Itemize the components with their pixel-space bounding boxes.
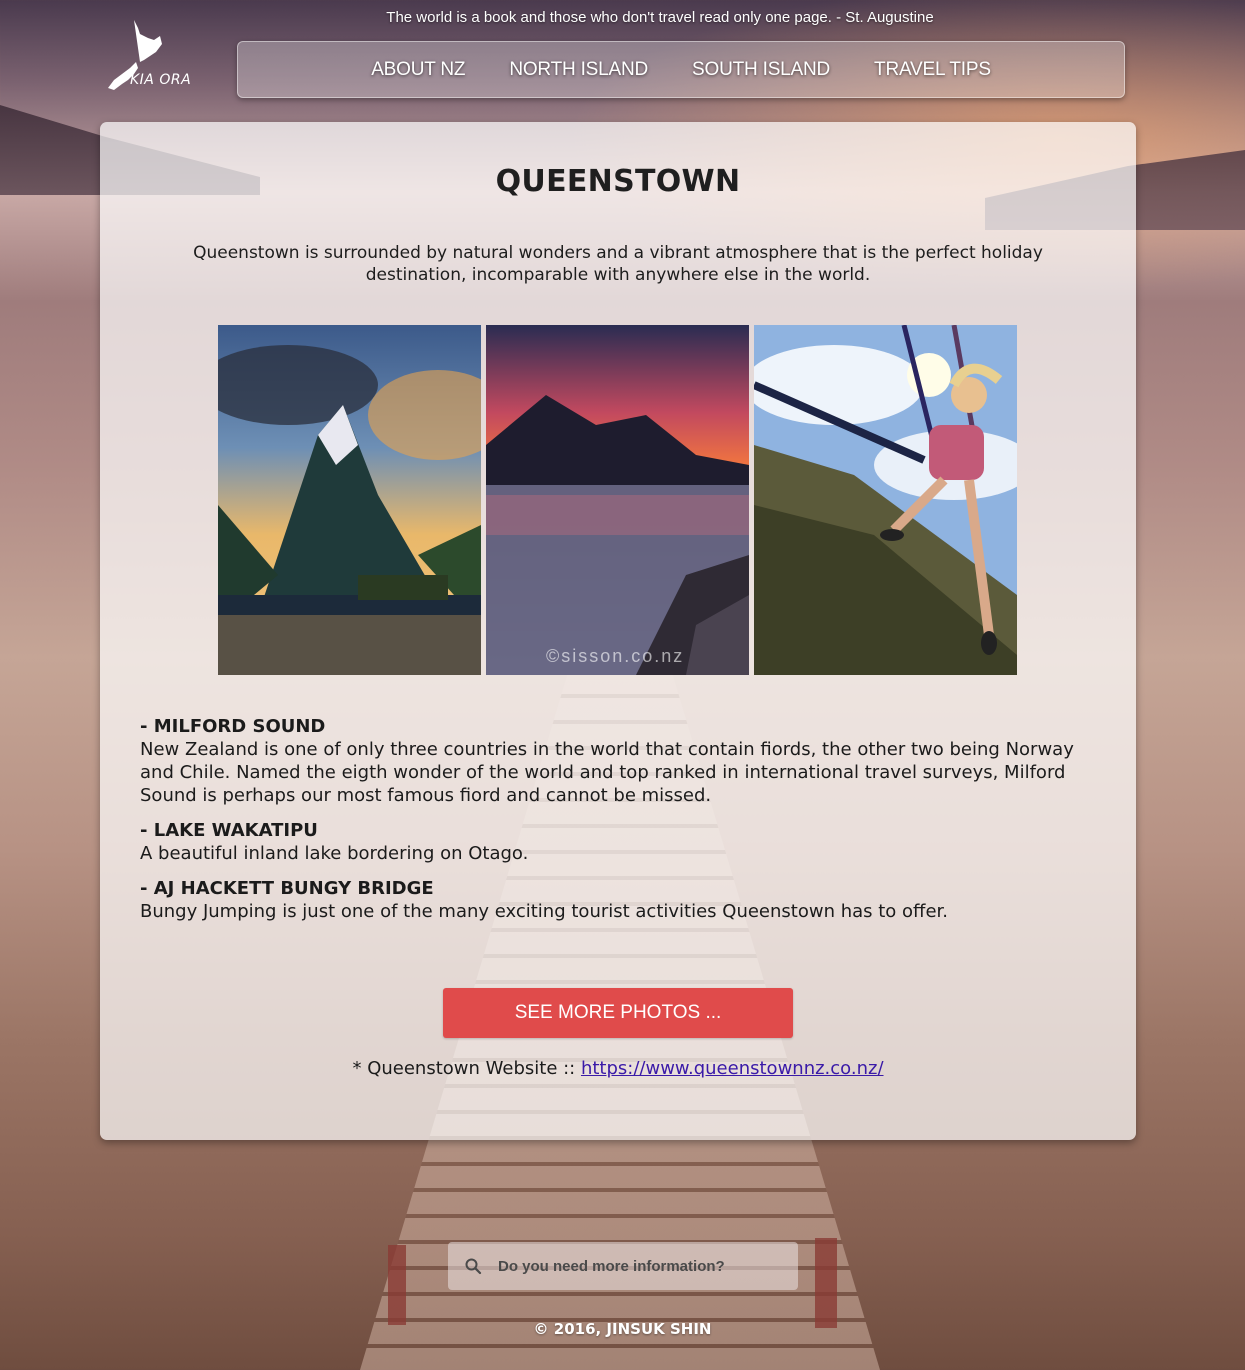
photo-bungy-swing[interactable]: [754, 325, 1017, 675]
queenstown-website-link[interactable]: https://www.queenstownnz.co.nz/: [581, 1058, 884, 1079]
page-title: QUEENSTOWN: [495, 164, 741, 199]
site-logo[interactable]: KIA ORA: [104, 18, 196, 94]
search-icon: [465, 1258, 482, 1275]
info-search-box: [448, 1242, 798, 1290]
background-jetty-post-left: [388, 1245, 406, 1325]
nav-item-about-nz[interactable]: ABOUT NZ: [371, 59, 465, 81]
photo-watermark: ©sisson.co.nz: [546, 646, 685, 666]
attraction-heading: - MILFORD SOUND: [140, 716, 326, 737]
footer-copyright: © 2016, JINSUK SHIN: [533, 1320, 712, 1338]
attraction-lake-wakatipu: - LAKE WAKATIPU A beautiful inland lake …: [140, 820, 1100, 865]
background-jetty-post-right: [815, 1238, 837, 1328]
attraction-milford-sound: - MILFORD SOUND New Zealand is one of on…: [140, 716, 1100, 807]
content-card: QUEENSTOWN Queenstown is surrounded by n…: [100, 122, 1136, 1140]
attraction-description: New Zealand is one of only three countri…: [140, 739, 1074, 806]
photo-gallery: ©sisson.co.nz: [218, 325, 1017, 675]
website-line: * Queenstown Website :: https://www.quee…: [100, 1058, 1136, 1079]
nav-item-south-island[interactable]: SOUTH ISLAND: [692, 59, 830, 81]
attraction-description: Bungy Jumping is just one of the many ex…: [140, 901, 948, 922]
logo-text: KIA ORA: [130, 72, 192, 88]
website-prefix: * Queenstown Website ::: [352, 1058, 581, 1079]
attraction-aj-hackett: - AJ HACKETT BUNGY BRIDGE Bungy Jumping …: [140, 878, 1100, 923]
main-nav: ABOUT NZ NORTH ISLAND SOUTH ISLAND TRAVE…: [237, 41, 1125, 98]
photo-lake-wakatipu[interactable]: ©sisson.co.nz: [486, 325, 749, 675]
nav-item-north-island[interactable]: NORTH ISLAND: [509, 59, 648, 81]
nav-item-travel-tips[interactable]: TRAVEL TIPS: [874, 59, 991, 81]
attractions-list: - MILFORD SOUND New Zealand is one of on…: [140, 716, 1100, 936]
see-more-photos-button[interactable]: SEE MORE PHOTOS ...: [443, 988, 793, 1038]
attraction-heading: - AJ HACKETT BUNGY BRIDGE: [140, 878, 434, 899]
intro-text: Queenstown is surrounded by natural wond…: [193, 243, 1043, 285]
photo-milford-sound[interactable]: [218, 325, 481, 675]
info-search-input[interactable]: [496, 1256, 790, 1276]
attraction-heading: - LAKE WAKATIPU: [140, 820, 318, 841]
attraction-description: A beautiful inland lake bordering on Ota…: [140, 843, 529, 864]
